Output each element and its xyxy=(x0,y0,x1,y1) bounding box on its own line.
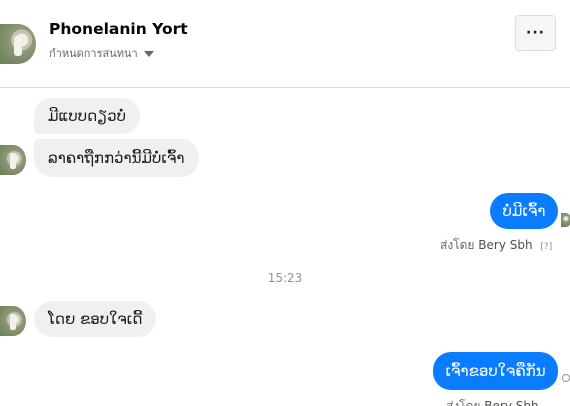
help-link[interactable]: [?] xyxy=(540,242,552,252)
message-text: ມີແບບດຽວບໍ່ xyxy=(48,107,126,125)
contact-avatar-small[interactable] xyxy=(0,306,26,336)
message-text: ໂດຍ ຂອບໃຈເດີ້ xyxy=(48,310,143,328)
chat-window: Phonelanin Yort กำหนดการสนทนา ··· ມີແບບດ… xyxy=(0,0,570,406)
more-options-button[interactable]: ··· xyxy=(515,15,556,51)
contact-name[interactable]: Phonelanin Yort xyxy=(49,20,188,38)
sender-name[interactable]: Bery Sbh xyxy=(484,399,538,406)
incoming-message[interactable]: ລາຄາຖືກກວ່ານີ້ມີບໍ່ເຈົ້າ xyxy=(34,139,199,177)
message-text: ບໍ່ມີເຈົ້າ xyxy=(502,202,546,220)
sender-name[interactable]: Bery Sbh xyxy=(478,238,532,252)
timestamp: 15:23 xyxy=(267,271,303,285)
message-text: ເຈົ້າຂອບໃຈຄືກັນ xyxy=(445,362,546,380)
conversation-settings-label: กำหนดการสนทนา xyxy=(49,47,138,60)
outgoing-message[interactable]: ເຈົ້າຂອບໃຈຄືກັນ xyxy=(433,352,558,390)
chat-header: Phonelanin Yort กำหนดการสนทนา ··· xyxy=(0,0,570,88)
seen-avatar xyxy=(561,213,570,227)
contact-avatar[interactable] xyxy=(0,24,36,64)
incoming-message[interactable]: ໂດຍ ຂອບໃຈເດີ້ xyxy=(34,301,157,337)
sent-by-label: ส่งโดย Bery Sbh [?] xyxy=(440,238,553,252)
more-dots-icon: ··· xyxy=(526,25,545,41)
outgoing-message[interactable]: ບໍ່ມີເຈົ້າ xyxy=(490,193,558,229)
contact-avatar-small[interactable] xyxy=(0,145,26,175)
message-text: ລາຄາຖືກກວ່ານີ້ມີບໍ່ເຈົ້າ xyxy=(48,149,185,167)
incoming-message[interactable]: ມີແບບດຽວບໍ່ xyxy=(34,98,140,134)
caret-down-icon xyxy=(143,50,154,57)
conversation-settings[interactable]: กำหนดการสนทนา xyxy=(49,44,154,62)
delivered-icon xyxy=(562,374,570,382)
sent-by-label: ส่งโดย Bery Sbh xyxy=(446,397,539,406)
